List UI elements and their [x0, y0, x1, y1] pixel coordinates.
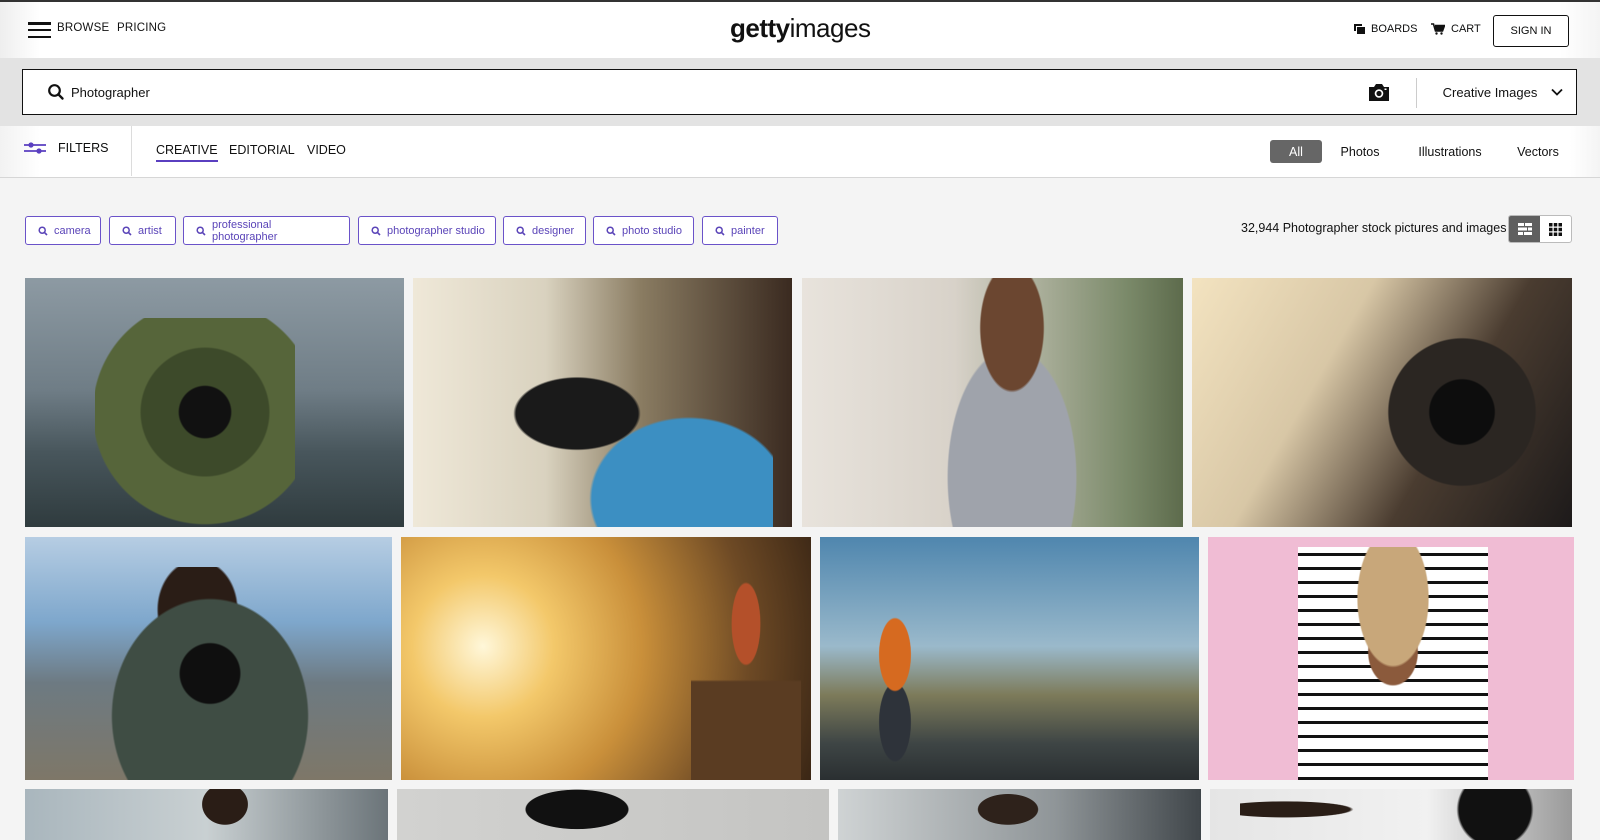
pricing-link[interactable]: PRICING — [117, 22, 166, 34]
browse-link[interactable]: BROWSE — [57, 22, 109, 34]
media-tab-photos[interactable]: Photos — [1334, 140, 1386, 163]
grid-view-icon — [1549, 222, 1562, 236]
media-tab-illustrations[interactable]: Illustrations — [1405, 140, 1495, 163]
image-subject — [185, 789, 265, 840]
image-result[interactable] — [25, 789, 388, 840]
tab-editorial[interactable]: EDITORIAL — [229, 143, 295, 160]
related-search-pill[interactable]: photo studio — [593, 216, 694, 245]
related-search-label: photographer studio — [387, 224, 485, 237]
getty-images-logo[interactable]: gettyimages — [730, 13, 871, 44]
image-subject — [85, 567, 335, 780]
image-result[interactable] — [413, 278, 792, 527]
image-subject — [948, 789, 1068, 840]
search-icon — [122, 225, 132, 236]
search-icon — [371, 225, 381, 236]
image-result[interactable] — [25, 278, 404, 527]
search-bar: Creative Images — [22, 69, 1577, 115]
tab-creative[interactable]: CREATIVE — [156, 143, 218, 162]
image-result[interactable] — [820, 537, 1199, 780]
related-search-pill[interactable]: camera — [25, 216, 101, 245]
image-result[interactable] — [802, 278, 1183, 527]
mosaic-view-button[interactable] — [1509, 216, 1540, 242]
mosaic-view-icon — [1517, 223, 1532, 235]
image-result[interactable] — [397, 789, 829, 840]
related-search-label: painter — [731, 224, 765, 237]
related-search-label: artist — [138, 224, 162, 237]
related-search-label: designer — [532, 224, 575, 237]
cart-label: CART — [1451, 23, 1481, 35]
media-tab-vectors[interactable]: Vectors — [1508, 140, 1568, 163]
search-icon — [606, 225, 616, 236]
image-subject — [1298, 547, 1488, 780]
boards-label: BOARDS — [1371, 23, 1418, 35]
image-subject — [912, 278, 1112, 527]
image-type-dropdown[interactable]: Creative Images — [1429, 70, 1577, 114]
image-result[interactable] — [838, 789, 1201, 840]
cart-icon — [1431, 23, 1445, 35]
sign-in-button[interactable]: SIGN IN — [1493, 15, 1569, 47]
image-subject — [840, 587, 950, 780]
site-header: BROWSE PRICING gettyimages BOARDS CART S… — [0, 2, 1600, 58]
filters-label: FILTERS — [58, 141, 109, 155]
sliders-icon — [24, 142, 46, 154]
view-toggle — [1508, 215, 1572, 243]
search-icon — [196, 225, 206, 236]
related-search-pill[interactable]: designer — [503, 216, 586, 245]
cart-link[interactable]: CART — [1431, 23, 1481, 35]
image-result[interactable] — [401, 537, 811, 780]
related-search-pill[interactable]: artist — [109, 216, 176, 245]
boards-link[interactable]: BOARDS — [1354, 23, 1417, 35]
result-count: 32,944 Photographer stock pictures and i… — [1241, 221, 1507, 235]
related-search-label: photo studio — [622, 224, 682, 237]
search-icon — [38, 225, 48, 236]
image-type-selected: Creative Images — [1442, 84, 1538, 100]
related-search-label: camera — [54, 224, 91, 237]
tab-video[interactable]: VIDEO — [307, 143, 346, 160]
related-search-pill[interactable]: photographer studio — [358, 216, 496, 245]
image-subject — [497, 789, 657, 840]
grid-view-button[interactable] — [1540, 216, 1571, 242]
related-search-label: professional photographer — [212, 218, 278, 243]
image-result[interactable] — [1208, 537, 1574, 780]
search-icon — [715, 225, 725, 236]
image-subject — [691, 557, 801, 780]
media-tab-all[interactable]: All — [1270, 140, 1322, 163]
tabs-divider — [131, 126, 132, 176]
search-icon — [516, 225, 526, 236]
search-band: Creative Images — [0, 58, 1600, 126]
logo-light: images — [789, 13, 871, 43]
search-icon[interactable] — [47, 83, 65, 101]
boards-icon — [1354, 24, 1365, 34]
camera-search-icon[interactable] — [1368, 82, 1390, 102]
related-search-pill[interactable]: professional photographer — [183, 216, 350, 245]
menu-icon[interactable] — [28, 22, 51, 39]
related-search-pill[interactable]: painter — [702, 216, 778, 245]
image-subject — [1372, 318, 1552, 527]
logo-bold: getty — [730, 13, 790, 43]
filter-tabs-bar: FILTERS CREATIVE EDITORIAL VIDEO All Pho… — [0, 126, 1600, 178]
image-result[interactable] — [1210, 789, 1572, 840]
filters-button[interactable]: FILTERS — [24, 141, 108, 155]
image-subject — [1240, 789, 1540, 840]
chevron-down-icon — [1551, 88, 1563, 96]
search-divider — [1416, 78, 1417, 108]
image-result[interactable] — [1192, 278, 1572, 527]
image-subject — [493, 338, 773, 527]
image-result[interactable] — [25, 537, 392, 780]
image-subject — [95, 318, 295, 527]
search-input[interactable] — [71, 79, 1271, 105]
